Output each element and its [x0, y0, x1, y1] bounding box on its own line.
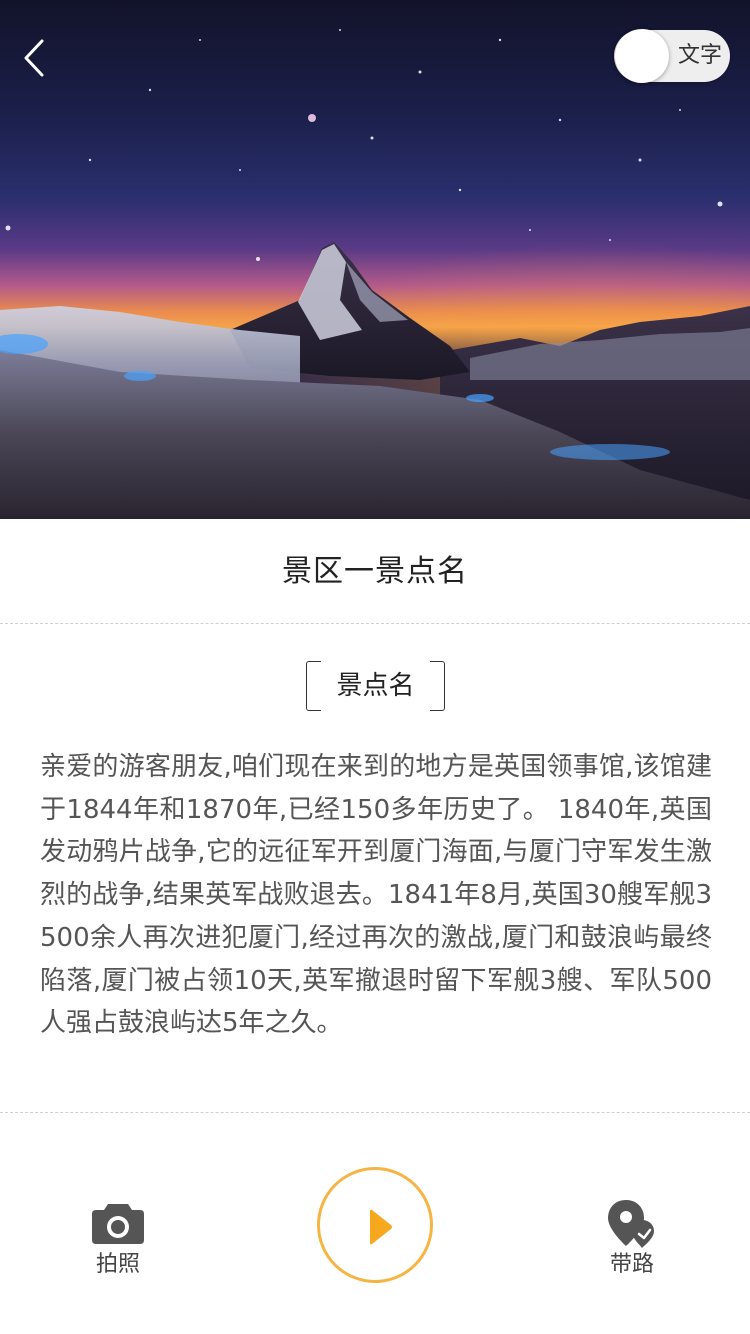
- play-button[interactable]: [317, 1167, 433, 1283]
- divider: [0, 1112, 750, 1113]
- camera-button[interactable]: 拍照: [78, 1196, 158, 1286]
- chevron-left-icon: [24, 39, 44, 77]
- route-button[interactable]: 带路: [592, 1196, 672, 1286]
- spot-description: 亲爱的游客朋友,咱们现在来到的地方是英国领事馆,该馆建于1844年和1870年,…: [40, 752, 712, 1039]
- back-button[interactable]: [14, 36, 54, 80]
- location-pin-icon: [606, 1198, 662, 1250]
- hero-image: 文字: [0, 0, 750, 519]
- play-icon: [370, 1209, 392, 1245]
- route-label: 带路: [609, 1252, 654, 1277]
- spot-name: 景点名: [336, 671, 415, 701]
- camera-icon: [90, 1200, 146, 1246]
- spot-name-box: 景点名: [306, 661, 445, 711]
- text-toggle[interactable]: 文字: [614, 29, 730, 83]
- camera-label: 拍照: [95, 1252, 140, 1277]
- page-title: 景区一景点名: [282, 554, 468, 589]
- text-toggle-label: 文字: [677, 43, 722, 68]
- toggle-knob: [615, 29, 669, 83]
- divider: [0, 623, 750, 624]
